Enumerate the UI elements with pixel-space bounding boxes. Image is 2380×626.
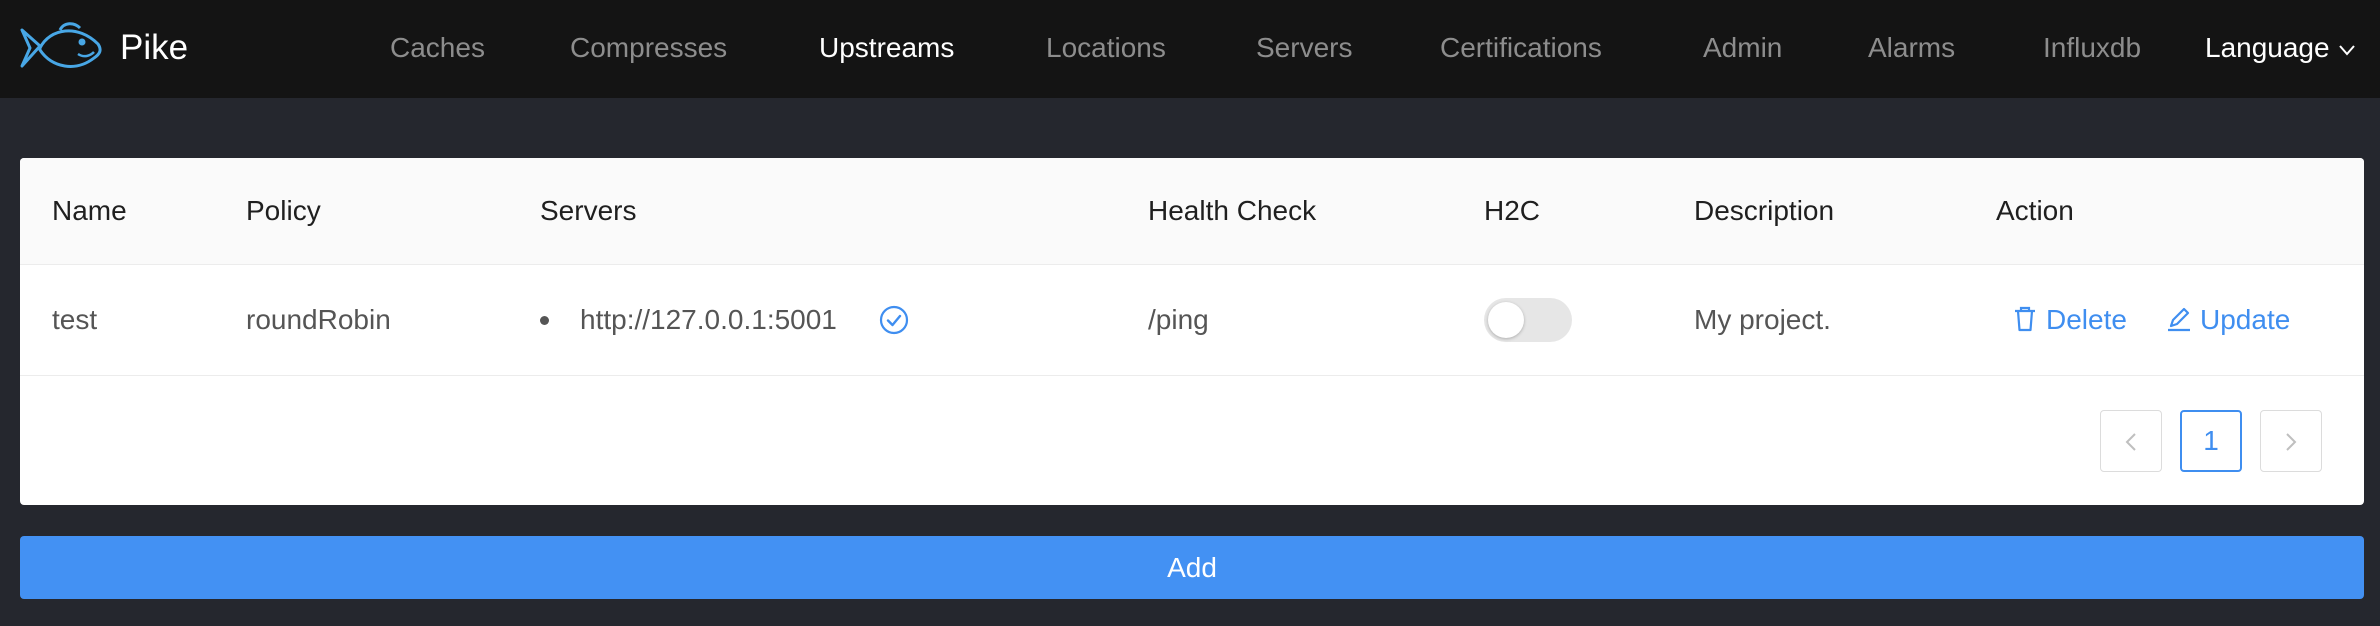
nav-item-caches[interactable]: Caches xyxy=(390,31,485,65)
cell-server-url: http://127.0.0.1:5001 xyxy=(580,304,837,335)
nav-item-servers[interactable]: Servers xyxy=(1256,31,1352,65)
column-header-description: Description xyxy=(1694,195,1835,226)
delete-label: Delete xyxy=(2046,304,2127,335)
update-label: Update xyxy=(2200,304,2291,335)
cell-description: My project. xyxy=(1694,304,1831,335)
app-title: Pike xyxy=(120,28,189,67)
language-menu[interactable]: Language xyxy=(2205,31,2356,65)
table-header: Name Policy Servers Health Check H2C Des… xyxy=(20,158,2364,265)
h2c-toggle[interactable] xyxy=(1484,298,1572,342)
update-button[interactable]: Update xyxy=(2166,303,2290,337)
pagination-next-button[interactable] xyxy=(2260,410,2322,472)
language-label: Language xyxy=(2205,32,2330,63)
pagination-prev-button[interactable] xyxy=(2100,410,2162,472)
nav-item-locations[interactable]: Locations xyxy=(1046,31,1166,65)
trash-icon xyxy=(2015,306,2035,332)
toggle-knob xyxy=(1488,302,1524,338)
upstreams-table-card: Name Policy Servers Health Check H2C Des… xyxy=(20,158,2364,505)
nav-item-certifications[interactable]: Certifications xyxy=(1440,31,1602,65)
list-bullet xyxy=(540,316,549,325)
add-button[interactable]: Add xyxy=(20,536,2364,599)
chevron-left-icon xyxy=(2125,433,2136,451)
column-header-action: Action xyxy=(1996,195,2074,226)
nav-item-admin[interactable]: Admin xyxy=(1703,31,1782,65)
column-header-policy: Policy xyxy=(246,195,321,226)
cell-name: test xyxy=(52,304,98,335)
edit-pencil-icon xyxy=(2168,307,2190,332)
column-header-health-check: Health Check xyxy=(1148,195,1317,226)
table-row: test roundRobin http://127.0.0.1:5001 /p… xyxy=(20,265,2364,376)
nav-item-upstreams[interactable]: Upstreams xyxy=(819,31,954,65)
nav-item-influxdb[interactable]: Influxdb xyxy=(2043,31,2141,65)
column-header-h2c: H2C xyxy=(1484,195,1541,226)
cell-health-check: /ping xyxy=(1148,304,1209,335)
delete-button[interactable]: Delete xyxy=(2012,303,2127,337)
fish-logo-icon xyxy=(20,22,102,68)
top-nav-bar: Pike Caches Compresses Upstreams Locatio… xyxy=(0,0,2380,98)
column-header-servers: Servers xyxy=(540,195,637,226)
nav-item-alarms[interactable]: Alarms xyxy=(1868,31,1955,65)
column-header-name: Name xyxy=(52,195,127,226)
chevron-right-icon xyxy=(2286,433,2297,451)
check-circle-icon xyxy=(879,305,909,335)
pagination-page-button[interactable]: 1 xyxy=(2180,410,2242,472)
cell-policy: roundRobin xyxy=(246,304,391,335)
chevron-down-icon xyxy=(2338,44,2355,56)
nav-item-compresses[interactable]: Compresses xyxy=(570,31,727,65)
